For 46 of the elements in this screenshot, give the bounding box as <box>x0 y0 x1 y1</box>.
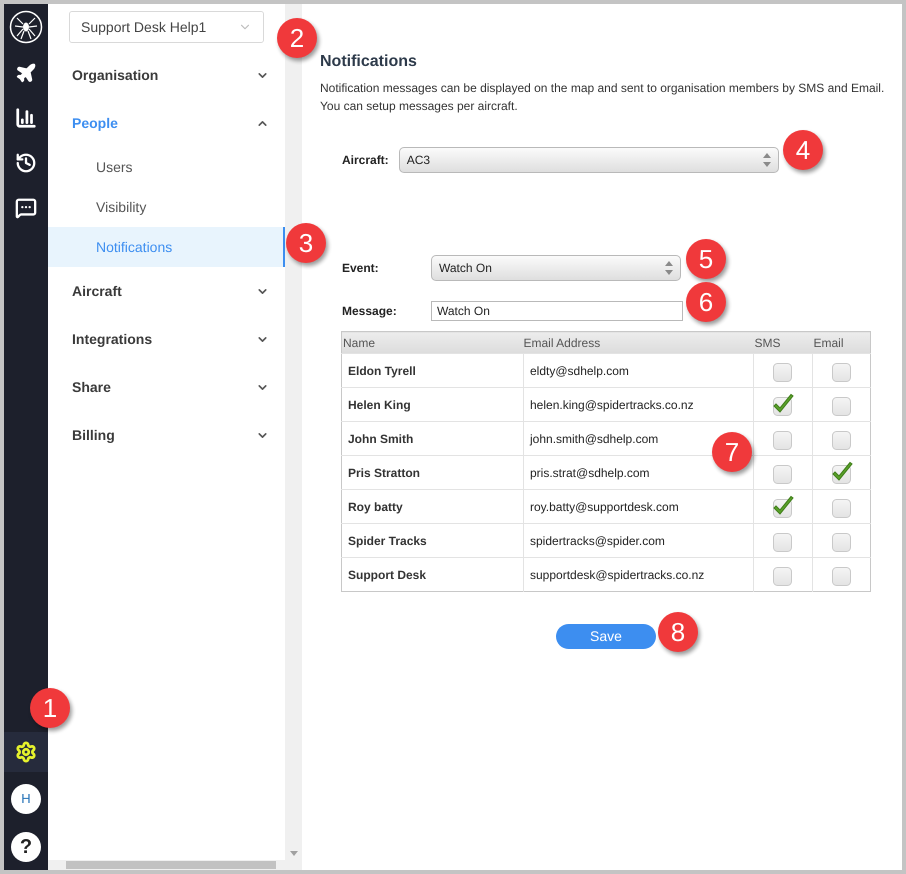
event-label: Event: <box>342 260 380 277</box>
checkbox[interactable] <box>771 494 795 518</box>
spinner-arrows-icon <box>663 259 675 277</box>
spinner-arrows-icon <box>760 151 773 169</box>
page-description: Notification messages can be displayed on the map and sent to organisation members by SMS and Email. You can setup messages per aircraft. <box>320 80 886 115</box>
table-cell: helen.king@spidertracks.co.nz <box>524 388 754 422</box>
message-field[interactable]: Watch On <box>431 301 683 321</box>
sidebar-item[interactable]: Aircraft <box>48 267 285 315</box>
chat-icon[interactable] <box>15 196 37 218</box>
column-header: Email Address <box>524 332 754 354</box>
table-cell: spidertracks@spider.com <box>524 524 754 558</box>
table-cell: John Smith <box>342 422 524 456</box>
help-button[interactable]: ? <box>11 832 41 862</box>
event-select[interactable]: Watch On <box>431 255 681 281</box>
column-header: Name <box>342 332 524 354</box>
sidebar-item[interactable]: Billing <box>48 411 285 459</box>
aircraft-label: Aircraft: <box>342 152 389 169</box>
table-cell: Helen King <box>342 388 524 422</box>
column-header: Email <box>812 332 870 354</box>
table-cell: Pris Stratton <box>342 456 524 490</box>
checkbox[interactable] <box>771 392 795 416</box>
account-dropdown[interactable]: Support Desk Help1 <box>69 11 264 43</box>
table-cell: Support Desk <box>342 558 524 592</box>
bar-chart-icon[interactable] <box>15 106 37 128</box>
sidebar-subitem[interactable]: Users <box>48 147 285 187</box>
table-cell: supportdesk@spidertracks.co.nz <box>524 558 754 592</box>
horizontal-scrollbar[interactable] <box>48 860 302 870</box>
aircraft-select[interactable]: AC3 <box>398 147 779 173</box>
sidebar-subitem[interactable]: Visibility <box>48 187 285 227</box>
message-label: Message: <box>342 303 398 320</box>
page-title: Notifications <box>320 52 418 72</box>
spider-logo-icon[interactable] <box>9 10 43 44</box>
sidebar-item[interactable]: Integrations <box>48 315 285 363</box>
column-header: SMS <box>754 332 812 354</box>
table-cell: Eldon Tyrell <box>342 354 524 388</box>
table-cell: Spider Tracks <box>342 524 524 558</box>
settings-icon[interactable] <box>15 741 37 763</box>
plane-icon[interactable] <box>15 62 37 84</box>
table-cell: Roy batty <box>342 490 524 524</box>
table-cell: eldty@sdhelp.com <box>524 354 754 388</box>
table-cell: roy.batty@supportdesk.com <box>524 490 754 524</box>
rail-item[interactable] <box>4 732 48 772</box>
history-icon[interactable] <box>15 152 37 174</box>
avatar[interactable]: H <box>11 784 41 814</box>
sidebar-item[interactable]: Share <box>48 363 285 411</box>
checkbox[interactable] <box>830 460 854 484</box>
